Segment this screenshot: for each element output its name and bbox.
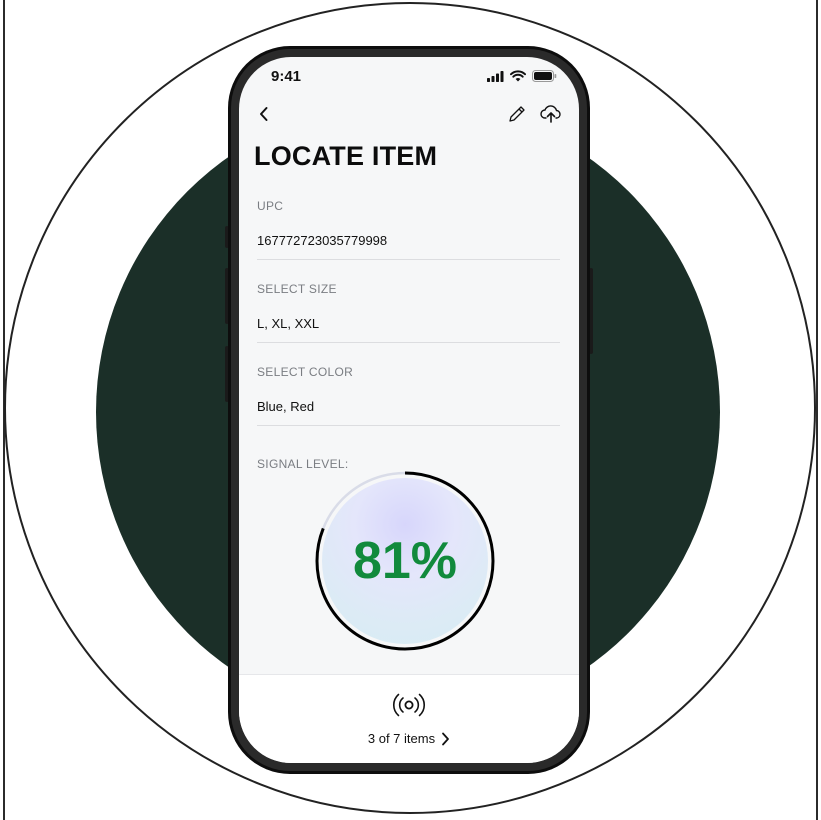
cloud-upload-icon — [540, 105, 561, 123]
status-icons — [487, 70, 557, 82]
items-pager[interactable]: 3 of 7 items — [239, 731, 579, 746]
chevron-left-icon — [260, 107, 268, 121]
rfid-scan-icon — [392, 693, 426, 717]
nav-row — [239, 101, 579, 131]
wifi-icon — [510, 70, 526, 82]
size-value: L, XL, XXL — [257, 316, 320, 331]
upload-button[interactable] — [539, 101, 563, 127]
status-time: 9:41 — [271, 68, 302, 85]
status-bar: 9:41 — [239, 57, 579, 97]
upc-label: UPC — [257, 199, 284, 213]
signal-gauge: 81% — [315, 471, 495, 651]
chevron-right-icon — [442, 732, 449, 745]
scan-button[interactable] — [385, 689, 433, 721]
bottom-panel: 3 of 7 items — [239, 674, 579, 763]
signal-level-value: 81% — [352, 532, 458, 590]
signal-level-label: SIGNAL LEVEL: — [257, 457, 349, 471]
page-title: LOCATE ITEM — [254, 141, 438, 171]
color-field[interactable]: SELECT COLOR Blue, Red — [257, 365, 560, 426]
right-frame-line — [816, 0, 818, 820]
size-label: SELECT SIZE — [257, 282, 337, 296]
edit-button[interactable] — [505, 101, 529, 127]
back-button[interactable] — [253, 101, 275, 127]
items-count: 3 of 7 items — [367, 731, 436, 746]
color-label: SELECT COLOR — [257, 365, 354, 379]
phone-device: 9:41 LOCATE ITEM UPC 167772723035779998 … — [228, 46, 590, 774]
battery-icon — [532, 70, 557, 82]
upc-value: 167772723035779998 — [257, 233, 388, 248]
size-field[interactable]: SELECT SIZE L, XL, XXL — [257, 282, 560, 343]
pencil-icon — [509, 106, 525, 122]
cellular-signal-icon — [487, 70, 504, 82]
color-value: Blue, Red — [257, 399, 315, 414]
upc-field[interactable]: UPC 167772723035779998 — [257, 199, 560, 260]
phone-screen: 9:41 LOCATE ITEM UPC 167772723035779998 … — [239, 57, 579, 763]
